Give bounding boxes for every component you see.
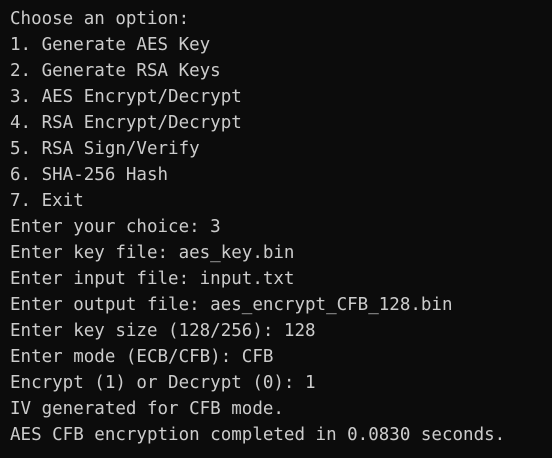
menu-option-sha256-hash: 6. SHA-256 Hash: [10, 165, 169, 185]
menu-option-aes-encrypt-decrypt: 3. AES Encrypt/Decrypt: [10, 87, 242, 107]
key-size-input-line: Enter key size (128/256): 128: [10, 321, 316, 341]
menu-option-rsa-encrypt-decrypt: 4. RSA Encrypt/Decrypt: [10, 113, 242, 133]
completion-status-line: AES CFB encryption completed in 0.0830 s…: [10, 425, 506, 445]
key-file-input-line: Enter key file: aes_key.bin: [10, 243, 295, 263]
mode-input-line: Enter mode (ECB/CFB): CFB: [10, 347, 274, 367]
encrypt-decrypt-input-line: Encrypt (1) or Decrypt (0): 1: [10, 373, 316, 393]
menu-option-generate-rsa-keys: 2. Generate RSA Keys: [10, 61, 221, 81]
menu-option-generate-aes-key: 1. Generate AES Key: [10, 35, 211, 55]
input-file-input-line: Enter input file: input.txt: [10, 269, 295, 289]
output-file-input-line: Enter output file: aes_encrypt_CFB_128.b…: [10, 295, 453, 315]
menu-prompt: Choose an option:: [10, 9, 190, 29]
iv-status-line: IV generated for CFB mode.: [10, 399, 284, 419]
menu-option-rsa-sign-verify: 5. RSA Sign/Verify: [10, 139, 200, 159]
choice-input-line: Enter your choice: 3: [10, 217, 221, 237]
terminal-output: Choose an option: 1. Generate AES Key 2.…: [0, 0, 552, 458]
menu-option-exit: 7. Exit: [10, 191, 84, 211]
